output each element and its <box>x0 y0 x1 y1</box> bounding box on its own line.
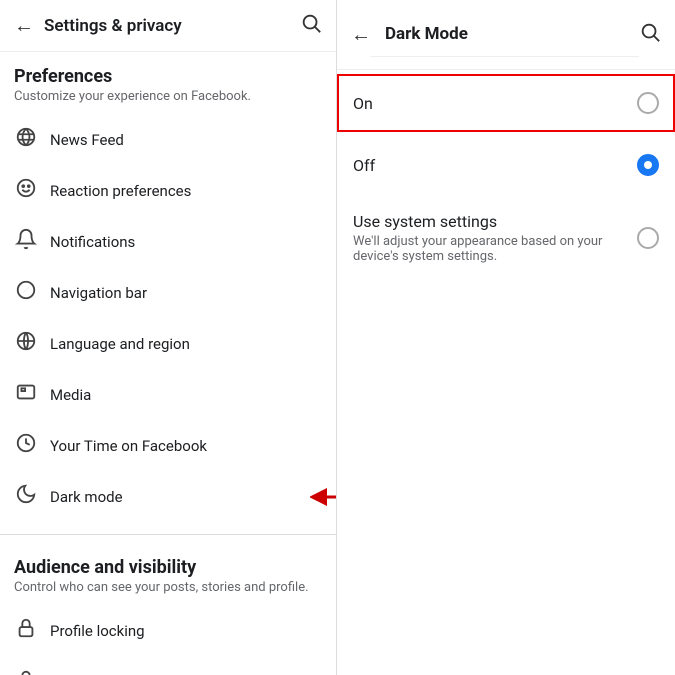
red-arrow-annotation <box>310 483 337 511</box>
section-divider <box>0 534 336 535</box>
system-sublabel: We'll adjust your appearance based on yo… <box>353 234 637 264</box>
audience-title: Audience and visibility <box>14 557 322 578</box>
language-label: Language and region <box>50 335 190 353</box>
reaction-label: Reaction preferences <box>50 182 191 200</box>
system-radio[interactable] <box>637 227 659 249</box>
on-label: On <box>353 94 373 113</box>
compass-icon <box>14 279 38 306</box>
navigation-label: Navigation bar <box>50 284 147 302</box>
profile-locking-label: Profile locking <box>50 622 145 640</box>
feed-icon <box>14 126 38 153</box>
left-panel: ← Settings & privacy Preferences Customi… <box>0 0 337 675</box>
clock-icon <box>14 432 38 459</box>
moon-icon <box>14 483 38 510</box>
right-search-icon[interactable] <box>639 21 661 48</box>
preferences-section: Preferences Customize your experience on… <box>0 52 336 526</box>
dark-mode-label: Dark mode <box>50 488 123 506</box>
sidebar-item-your-time[interactable]: Your Time on Facebook <box>14 420 322 471</box>
dark-mode-on-option[interactable]: On <box>337 74 675 132</box>
news-feed-label: News Feed <box>50 131 124 149</box>
media-label: Media <box>50 386 91 404</box>
right-header-title: Dark Mode <box>371 12 639 57</box>
sidebar-item-media[interactable]: Media <box>14 369 322 420</box>
left-search-icon[interactable] <box>300 12 322 39</box>
back-button[interactable]: ← <box>14 13 34 38</box>
preferences-subtitle: Customize your experience on Facebook. <box>14 89 322 104</box>
preferences-title: Preferences <box>14 66 322 87</box>
left-header: ← Settings & privacy <box>0 0 336 52</box>
sidebar-item-language[interactable]: Language and region <box>14 318 322 369</box>
sidebar-item-navigation[interactable]: Navigation bar <box>14 267 322 318</box>
sidebar-item-notifications[interactable]: Notifications <box>14 216 322 267</box>
lock-icon <box>14 617 38 644</box>
reaction-icon <box>14 177 38 204</box>
sidebar-item-news-feed[interactable]: News Feed <box>14 114 322 165</box>
dark-mode-off-option[interactable]: Off <box>337 136 675 194</box>
off-radio[interactable] <box>637 154 659 176</box>
left-header-title: Settings & privacy <box>44 16 182 36</box>
media-icon <box>14 381 38 408</box>
right-back-button[interactable]: ← <box>351 22 371 47</box>
sidebar-item-profile-locking[interactable]: Profile locking <box>14 605 322 656</box>
globe-icon <box>14 330 38 357</box>
on-radio[interactable] <box>637 92 659 114</box>
audience-section: Audience and visibility Control who can … <box>0 543 336 675</box>
sidebar-item-reaction[interactable]: Reaction preferences <box>14 165 322 216</box>
dark-mode-system-option[interactable]: Use system settings We'll adjust your ap… <box>337 194 675 282</box>
right-panel: ← Dark Mode On Off Use system settings W… <box>337 0 675 675</box>
profile-icon <box>14 668 38 675</box>
bell-icon <box>14 228 38 255</box>
sidebar-item-dark-mode[interactable]: Dark mode <box>14 471 322 522</box>
right-header: ← Dark Mode <box>337 0 675 70</box>
notifications-label: Notifications <box>50 233 135 251</box>
system-label: Use system settings <box>353 212 637 231</box>
audience-subtitle: Control who can see your posts, stories … <box>14 580 322 595</box>
off-label: Off <box>353 156 375 175</box>
sidebar-item-profile-info[interactable]: Profile information <box>14 656 322 675</box>
your-time-label: Your Time on Facebook <box>50 437 207 455</box>
